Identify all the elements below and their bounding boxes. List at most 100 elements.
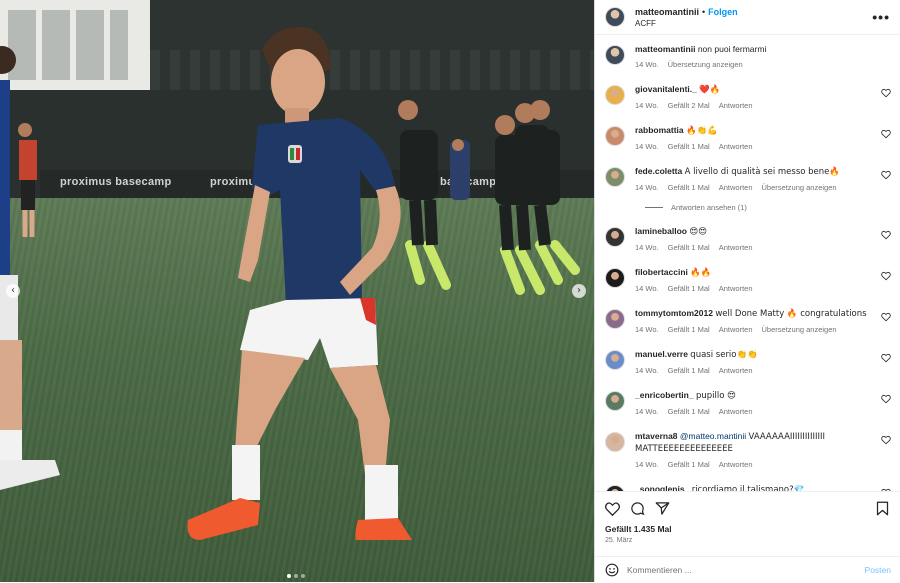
comment-likes[interactable]: Gefällt 1 Mal — [668, 242, 710, 253]
reply-button[interactable]: Antworten — [719, 182, 753, 193]
comment-text: well Done Matty 🔥 congratulations — [715, 309, 867, 319]
translate-link[interactable]: Übersetzung anzeigen — [762, 182, 837, 193]
post-location[interactable]: ACFF — [635, 19, 872, 28]
view-replies-button[interactable]: Antworten ansehen (1) — [645, 203, 891, 212]
comment-username[interactable]: _enricobertin_ — [635, 390, 694, 400]
comment-username[interactable]: tommytomtom2012 — [635, 308, 713, 318]
comment-username[interactable]: fede.coletta — [635, 166, 682, 176]
reply-button[interactable]: Antworten — [719, 324, 753, 335]
reply-button[interactable]: Antworten — [719, 365, 753, 376]
post-username[interactable]: matteomantinii — [635, 7, 699, 17]
comment-likes[interactable]: Gefällt 1 Mal — [668, 324, 710, 335]
post-photo[interactable]: proximus basecamp proximus basecamp — [0, 0, 594, 582]
comment-username[interactable]: manuel.verre — [635, 349, 688, 359]
emoji-icon[interactable] — [605, 563, 619, 577]
comment-likes[interactable]: Gefällt 1 Mal — [668, 459, 710, 470]
next-image-button[interactable]: › — [572, 284, 586, 298]
comment: _sonoglenis_ ricordiamo il talismano?💎 — [605, 484, 891, 491]
comment-text: 🔥👏💪 — [686, 126, 718, 136]
avatar[interactable] — [605, 45, 625, 65]
comment-input[interactable]: Kommentieren ... — [627, 565, 857, 575]
share-icon[interactable] — [655, 501, 670, 516]
comment-like-icon[interactable] — [881, 88, 891, 98]
comment-age: 14 Wo. — [635, 407, 659, 416]
comment-likes[interactable]: Gefällt 1 Mal — [668, 141, 710, 152]
avatar[interactable] — [605, 126, 625, 146]
comment: tommytomtom2012 well Done Matty 🔥 congra… — [605, 308, 891, 335]
comment-text: non puoi fermarmi — [697, 44, 767, 54]
reply-button[interactable]: Antworten — [719, 242, 753, 253]
comment-like-icon[interactable] — [881, 312, 891, 322]
comment-likes[interactable]: Gefällt 2 Mal — [668, 100, 710, 111]
avatar[interactable] — [605, 268, 625, 288]
more-options-icon[interactable]: ••• — [872, 9, 890, 25]
post-comment-button[interactable]: Posten — [865, 565, 891, 575]
reply-button[interactable]: Antworten — [719, 100, 753, 111]
reply-button[interactable]: Antworten — [719, 406, 753, 417]
like-count[interactable]: Gefällt 1.435 Mal — [595, 516, 900, 534]
like-icon[interactable] — [605, 501, 620, 516]
instagram-post-view: proximus basecamp proximus basecamp — [0, 0, 900, 582]
comment-icon[interactable] — [630, 501, 645, 516]
comment: rabbomattia 🔥👏💪 14 Wo. Gefällt 1 Mal Antwor… — [605, 125, 891, 152]
comment: giovanitalenti._ ❤️🔥 14 Wo. Gefällt 2 Mal A… — [605, 84, 891, 111]
comment-like-icon[interactable] — [881, 435, 891, 445]
comment-text: pupillo 😍 — [695, 391, 736, 401]
comment-username[interactable]: lamineballoo — [635, 226, 687, 236]
avatar[interactable] — [605, 7, 625, 27]
comment-username[interactable]: matteomantinii — [635, 44, 695, 54]
comment-text: ❤️🔥 — [699, 85, 721, 95]
comment-age: 14 Wo. — [635, 101, 659, 110]
avatar[interactable] — [605, 227, 625, 247]
comment-username[interactable]: _sonoglenis_ — [635, 484, 689, 491]
avatar[interactable] — [605, 85, 625, 105]
mention-link[interactable]: @matteo.mantinii — [680, 431, 746, 441]
comment: _enricobertin_ pupillo 😍 14 Wo. Gefällt 1 … — [605, 390, 891, 417]
action-bar — [595, 492, 900, 516]
avatar[interactable] — [605, 391, 625, 411]
comment-likes[interactable]: Gefällt 1 Mal — [668, 365, 710, 376]
add-comment-bar: Kommentieren ... Posten — [595, 556, 900, 583]
comment-like-icon[interactable] — [881, 353, 891, 363]
comment-likes[interactable]: Gefällt 1 Mal — [668, 283, 710, 294]
comment-like-icon[interactable] — [881, 394, 891, 404]
caption: matteomantinii non puoi fermarmi 14 Wo. Ü… — [605, 44, 891, 70]
comments-list[interactable]: matteomantinii non puoi fermarmi 14 Wo. Ü… — [595, 36, 900, 491]
comments-panel: matteomantinii • Folgen ACFF ••• matteoman… — [594, 0, 900, 582]
avatar[interactable] — [605, 432, 625, 452]
comment-age: 14 Wo. — [635, 183, 659, 192]
avatar[interactable] — [605, 309, 625, 329]
comment-like-icon[interactable] — [881, 170, 891, 180]
comment-text: 🔥🔥 — [690, 268, 712, 278]
translate-link[interactable]: Übersetzung anzeigen — [668, 59, 743, 70]
comment-text: quasi serio👏👏 — [690, 350, 758, 360]
avatar[interactable] — [605, 350, 625, 370]
comment-username[interactable]: giovanitalenti._ — [635, 84, 697, 94]
carousel-dot — [294, 574, 298, 578]
post-footer: Gefällt 1.435 Mal 25. März Kommentieren … — [595, 491, 900, 582]
previous-image-button[interactable]: ‹ — [6, 284, 20, 298]
small-player — [18, 123, 37, 237]
comment-username[interactable]: rabbomattia — [635, 125, 684, 135]
comment-age: 14 Wo. — [635, 460, 659, 469]
comment-likes[interactable]: Gefällt 1 Mal — [668, 406, 710, 417]
main-player — [187, 26, 412, 540]
comment-like-icon[interactable] — [881, 230, 891, 240]
comment-likes[interactable]: Gefällt 1 Mal — [668, 182, 710, 193]
avatar[interactable] — [605, 167, 625, 187]
post-header: matteomantinii • Folgen ACFF ••• — [595, 0, 900, 35]
comment-age: 14 Wo. — [635, 325, 659, 334]
comment-age: 14 Wo. — [635, 60, 659, 69]
reply-button[interactable]: Antworten — [719, 141, 753, 152]
comment: manuel.verre quasi serio👏👏 14 Wo. Gefällt … — [605, 349, 891, 376]
translate-link[interactable]: Übersetzung anzeigen — [762, 324, 837, 335]
reply-button[interactable]: Antworten — [719, 459, 753, 470]
comment-username[interactable]: filobertaccini — [635, 267, 688, 277]
comment-like-icon[interactable] — [881, 129, 891, 139]
follow-button[interactable]: Folgen — [708, 7, 738, 17]
comment-like-icon[interactable] — [881, 271, 891, 281]
save-icon[interactable] — [876, 501, 889, 516]
reply-button[interactable]: Antworten — [719, 283, 753, 294]
comment-username[interactable]: mtaverna8 — [635, 431, 678, 441]
banner-text: proximus basecamp — [60, 176, 172, 188]
